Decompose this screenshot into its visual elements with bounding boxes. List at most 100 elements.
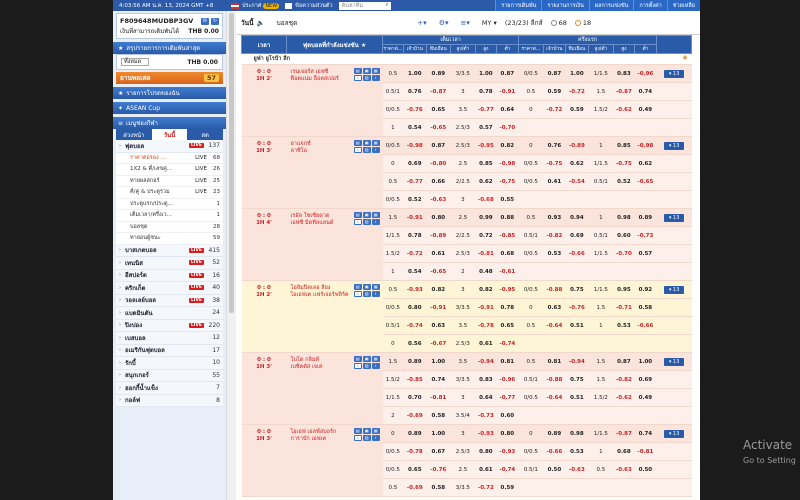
match-teams[interactable]: เรอัล โซเซียดาด เอฟซี มิดทีลแลนด์ — [286, 208, 350, 281]
star-icon[interactable]: ☆ — [353, 363, 362, 369]
more-markets-button[interactable]: ▾ 13 — [664, 285, 685, 294]
odds-value[interactable]: -0.74 — [403, 316, 427, 335]
odds-value[interactable]: 0.64 — [475, 388, 497, 407]
info-icon[interactable]: i — [371, 75, 380, 81]
odds-value[interactable]: 0.82 — [426, 280, 451, 299]
sport-item[interactable]: › ปิงปอง LIVE 220 — [116, 319, 223, 332]
odds-value[interactable]: 0.89 — [543, 424, 566, 443]
tv-icon[interactable]: ▣ — [362, 356, 371, 362]
odds-value[interactable]: 0.62 — [634, 154, 657, 173]
odds-value[interactable]: 0.69 — [634, 370, 657, 389]
stats-icon[interactable]: ▤ — [353, 356, 362, 362]
more-markets-button[interactable]: ▾ 13 — [664, 357, 685, 366]
odds-value[interactable]: -0.67 — [426, 334, 451, 353]
bet-summary-header[interactable]: ★ สรุปรายการการเดิมพันล่าสุด — [113, 42, 226, 54]
odds-value[interactable]: -0.74 — [496, 460, 519, 479]
odds-value[interactable]: -0.88 — [543, 370, 566, 389]
stats-icon[interactable]: ▤ — [353, 140, 362, 146]
more-markets-button[interactable]: ▾ 13 — [664, 429, 685, 438]
league-filter[interactable]: (23/23) ลีกส์ — [505, 18, 543, 28]
odds-value[interactable]: 0.78 — [496, 298, 519, 317]
add-icon[interactable]: +▾ — [417, 19, 426, 27]
sub-market-item[interactable]: ทายผลสกอร์ LIVE 25 — [116, 175, 223, 187]
odds-value[interactable]: -0.63 — [565, 460, 589, 479]
odds-value[interactable]: -0.96 — [634, 64, 657, 83]
odds-value[interactable]: -0.69 — [403, 478, 427, 497]
odds-value[interactable]: -0.91 — [496, 82, 519, 101]
odds-value[interactable]: 0.81 — [496, 352, 519, 371]
star-icon[interactable]: ☆ — [353, 219, 362, 225]
odds-value[interactable]: 0.78 — [403, 226, 427, 245]
chart-icon[interactable]: ▥ — [362, 291, 371, 297]
odds-type-select[interactable]: MY ▾ — [482, 19, 497, 27]
odds-value[interactable]: 0.89 — [426, 64, 451, 83]
odds-value[interactable]: 0.89 — [634, 208, 657, 227]
odds-value[interactable]: -0.61 — [496, 262, 519, 281]
pending-bets-button[interactable]: ยานพอเสด 57 — [116, 72, 223, 84]
inbox-icon[interactable]: ✉ — [201, 17, 209, 25]
sport-item[interactable]: › บาสเกตบอล LIVE 415 — [116, 244, 223, 257]
info-icon[interactable]: i — [371, 435, 380, 441]
odds-value[interactable]: -0.87 — [426, 82, 451, 101]
odds-value[interactable]: -0.62 — [613, 100, 635, 119]
odds-value[interactable]: 0.51 — [565, 316, 589, 335]
odds-value[interactable]: -0.73 — [475, 406, 497, 425]
info-icon[interactable]: i — [371, 147, 380, 153]
chart-icon[interactable]: ▥ — [362, 363, 371, 369]
odds-value[interactable]: -0.71 — [613, 298, 635, 317]
odds-value[interactable]: -0.65 — [426, 118, 451, 137]
pitch-icon[interactable]: ▦ — [371, 212, 380, 218]
odds-value[interactable]: -0.94 — [565, 352, 589, 371]
sidebar-scrollbar[interactable] — [226, 11, 236, 500]
refresh-icon[interactable]: ↻ — [211, 17, 219, 25]
sport-item[interactable]: › กอล์ฟ 8 — [116, 394, 223, 407]
odds-value[interactable]: -0.77 — [475, 100, 497, 119]
odds-value[interactable]: 0.70 — [403, 388, 427, 407]
pitch-icon[interactable]: ▦ — [371, 140, 380, 146]
stats-icon[interactable]: ▤ — [353, 68, 362, 74]
odds-value[interactable]: 0.50 — [634, 460, 657, 479]
odds-value[interactable]: 0.98 — [565, 424, 589, 443]
star-icon[interactable]: ☆ — [353, 147, 362, 153]
odds-value[interactable]: -0.93 — [475, 424, 497, 443]
odds-value[interactable]: 0.58 — [426, 478, 451, 497]
odds-value[interactable]: -0.87 — [613, 82, 635, 101]
odds-value[interactable]: 0.66 — [426, 172, 451, 191]
sport-item[interactable]: › วอลเลย์บอล LIVE 38 — [116, 294, 223, 307]
odds-value[interactable]: 0.78 — [475, 82, 497, 101]
odds-value[interactable]: -0.81 — [475, 244, 497, 263]
odds-value[interactable]: -0.91 — [403, 208, 427, 227]
odds-value[interactable]: 0.83 — [475, 370, 497, 389]
odds-value[interactable]: -0.75 — [496, 172, 519, 191]
odds-value[interactable]: 0.41 — [543, 172, 566, 191]
announcements-link[interactable]: ประกาศ NEW — [231, 2, 280, 10]
odds-value[interactable]: 0.57 — [475, 118, 497, 137]
odds-value[interactable]: 0.74 — [634, 82, 657, 101]
odds-value[interactable]: 0.65 — [403, 460, 427, 479]
info-icon[interactable]: i — [371, 363, 380, 369]
odds-value[interactable]: -0.66 — [565, 244, 589, 263]
sport-item[interactable]: › แบดมินตัน 24 — [116, 307, 223, 320]
odds-value[interactable]: 0.61 — [475, 460, 497, 479]
odds-value[interactable]: -0.82 — [613, 370, 635, 389]
odds-value[interactable]: -0.76 — [403, 100, 427, 119]
odds-value[interactable]: -0.76 — [426, 460, 451, 479]
odds-value[interactable]: -0.85 — [403, 370, 427, 389]
odds-value[interactable]: 1.00 — [475, 64, 497, 83]
odds-value[interactable]: 0.65 — [426, 100, 451, 119]
match-teams[interactable]: โอลิมปิคเลอ ลียง ไอเอฟเค แฟร์เจอร์ฟลิร์ค — [286, 280, 350, 353]
odds-value[interactable]: 0.68 — [496, 244, 519, 263]
odds-value[interactable]: 0.54 — [403, 118, 427, 137]
odds-value[interactable]: 0.48 — [475, 262, 497, 281]
odds-value[interactable]: -0.70 — [496, 118, 519, 137]
star-icon[interactable]: ☆ — [353, 75, 362, 81]
odds-value[interactable]: 0.65 — [496, 316, 519, 335]
odds-value[interactable]: -0.73 — [634, 226, 657, 245]
odds-value[interactable]: 1.00 — [426, 352, 451, 371]
odds-value[interactable]: 0.82 — [496, 136, 519, 155]
asean-cup-link[interactable]: ✦ ASEAN Cup — [113, 102, 226, 114]
chart-icon[interactable]: ▥ — [362, 75, 371, 81]
odds-value[interactable]: -0.78 — [403, 442, 427, 461]
odds-value[interactable]: -0.81 — [426, 388, 451, 407]
odds-value[interactable]: -0.78 — [475, 316, 497, 335]
